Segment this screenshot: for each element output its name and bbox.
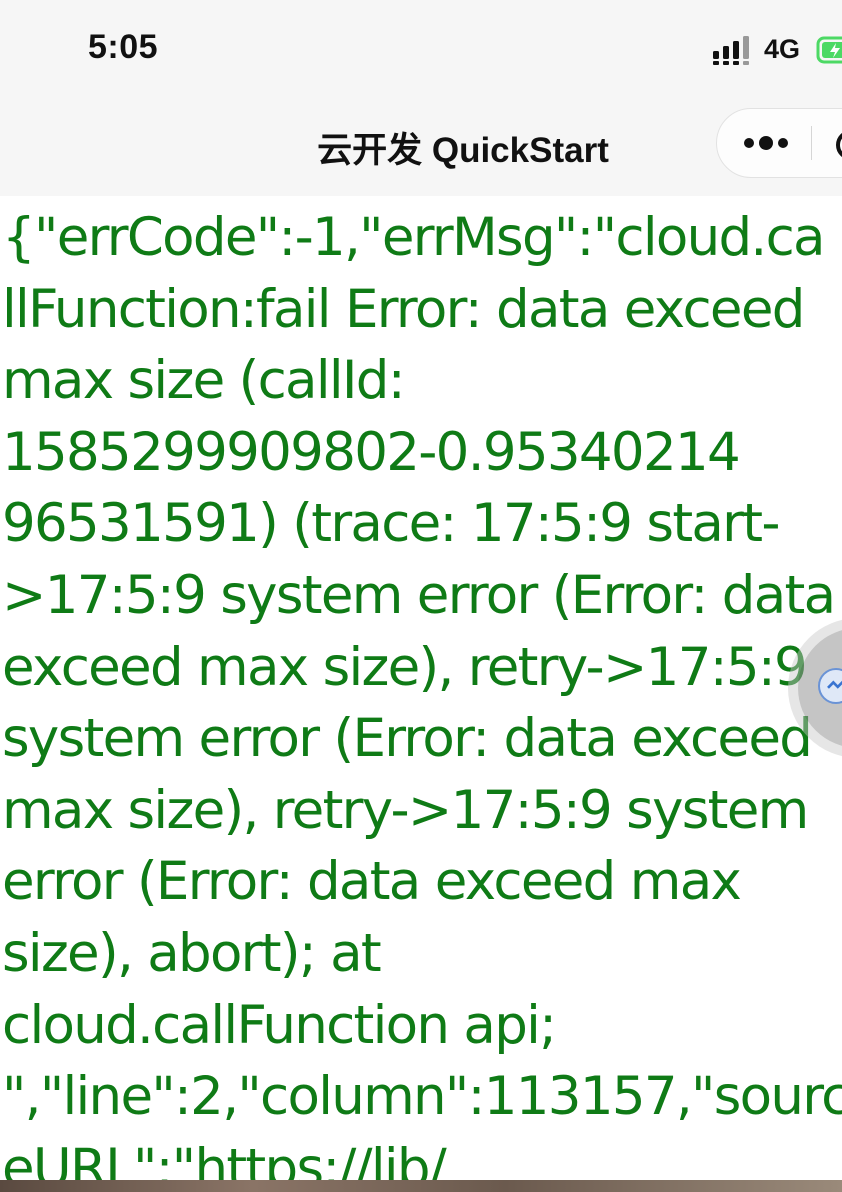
error-line: {"errCode":-1,"errMsg":"cloud.ca <box>2 207 825 268</box>
status-bar: 5:05 4G <box>0 0 842 100</box>
status-time: 5:05 <box>88 28 159 66</box>
close-circle-icon[interactable] <box>835 129 842 161</box>
error-line: max size (callId: <box>2 350 406 412</box>
error-line: cloud.callFunction api; <box>2 994 557 1056</box>
error-message-text: {"errCode":-1,"errMsg":"cloud.ca llFunct… <box>2 202 842 1180</box>
error-line: ","line":2,"column":113157,"sourc <box>2 1066 842 1128</box>
navigation-bar: 云开发 QuickStart <box>0 100 842 196</box>
error-line: eURL":"https://lib/ <box>2 1137 447 1180</box>
error-line: system error (Error: data exceed <box>2 708 813 770</box>
content-area: {"errCode":-1,"errMsg":"cloud.ca llFunct… <box>0 196 842 1180</box>
capsule-menu <box>716 108 842 178</box>
error-line: error (Error: data exceed max <box>2 851 742 913</box>
background-photo-edge <box>0 1180 842 1192</box>
error-line: 1585299909802-0.95340214 <box>2 421 741 483</box>
error-line: 96531591) (trace: 17:5:9 start- <box>2 493 780 555</box>
assistive-chat-icon <box>818 668 842 704</box>
battery-charging-icon <box>816 36 842 64</box>
more-dots-icon[interactable] <box>743 133 789 153</box>
signal-icon <box>713 36 749 65</box>
error-line: >17:5:9 system error (Error: data <box>2 564 836 626</box>
network-type-label: 4G <box>764 34 801 64</box>
error-line: exceed max size), retry->17:5:9 <box>2 636 808 698</box>
error-line: llFunction:fail Error: data exceed <box>2 278 805 340</box>
error-line: max size), retry->17:5:9 system <box>2 779 809 841</box>
capsule-divider <box>811 126 812 160</box>
error-line: size), abort); at <box>2 922 382 984</box>
mini-program-page: 5:05 4G 云开发 QuickStart {"errCode":-1,"er… <box>0 0 842 1192</box>
